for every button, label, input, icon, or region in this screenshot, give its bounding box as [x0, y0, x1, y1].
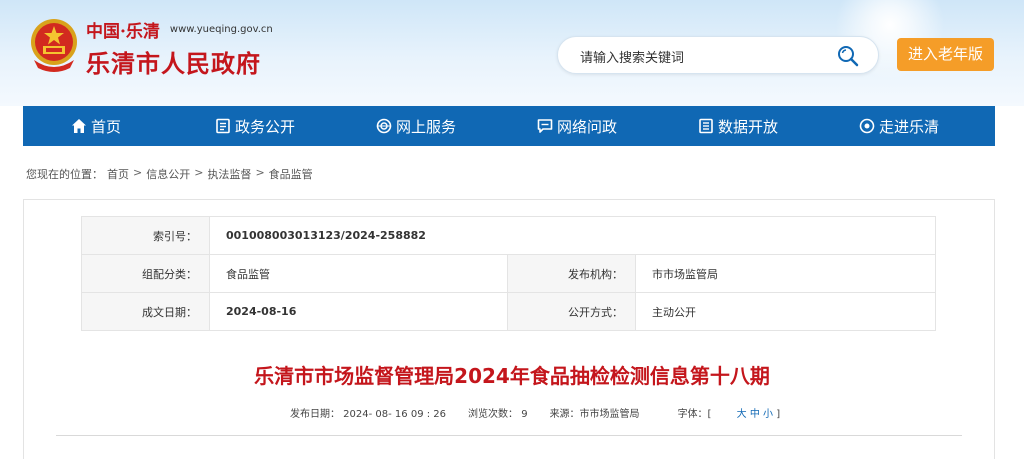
search-input[interactable]: 请输入搜索关键词 — [580, 47, 684, 66]
brand-country: 中国·乐清 — [86, 21, 160, 42]
national-emblem-icon[interactable] — [28, 16, 80, 72]
breadcrumb-link-home[interactable]: 首页 — [107, 166, 129, 182]
main-nav: 首页 政务公开 网上服务 网络问政 数据开放 走进乐清 — [23, 106, 995, 146]
nav-label: 网络问政 — [557, 117, 618, 136]
database-icon — [699, 118, 713, 134]
nav-label: 数据开放 — [718, 117, 779, 136]
nav-item-home[interactable]: 首页 — [71, 106, 121, 146]
method-label: 公开方式： — [507, 292, 636, 331]
date-value: 2024-08-16 — [209, 292, 508, 331]
nav-label: 政务公开 — [235, 117, 296, 136]
site-header: 中国·乐清 www.yueqing.gov.cn 乐清市人民政府 请输入搜索关键… — [0, 0, 1024, 106]
article-source: 来源：市市场监管局 — [549, 409, 640, 420]
brand-url: www.yueqing.gov.cn — [169, 23, 273, 35]
breadcrumb-separator: > — [133, 166, 143, 179]
method-value: 主动公开 — [635, 292, 936, 331]
search-box[interactable]: 请输入搜索关键词 — [557, 36, 879, 74]
breadcrumb-link-food[interactable]: 食品监管 — [269, 166, 313, 182]
font-medium-link[interactable]: 中 — [750, 409, 760, 420]
document-icon — [216, 118, 230, 134]
index-value: 001008003013123/2024-258882 — [209, 216, 936, 255]
org-label: 发布机构： — [507, 254, 636, 293]
home-icon — [72, 119, 86, 133]
breadcrumb: 您现在的位置： 首页 > 信息公开 > 执法监督 > 食品监管 — [26, 166, 313, 182]
breadcrumb-link-info[interactable]: 信息公开 — [146, 166, 190, 182]
table-row: 成文日期： 2024-08-16 公开方式： 主动公开 — [81, 292, 936, 331]
nav-label: 首页 — [91, 117, 122, 136]
table-row: 索引号： 001008003013123/2024-258882 — [81, 216, 936, 255]
index-label: 索引号： — [81, 216, 210, 255]
font-size-close: ] — [776, 409, 781, 420]
eye-icon — [859, 118, 875, 134]
globe-icon — [376, 118, 392, 134]
nav-item-online-service[interactable]: 网上服务 — [376, 106, 456, 146]
breadcrumb-separator: > — [194, 166, 204, 179]
font-size-control: 字体：[ 大 中 小 ] — [678, 405, 803, 420]
nav-item-gov-affairs[interactable]: 政务公开 — [215, 106, 295, 146]
article-meta: 发布日期： 2024- 08- 16 09 : 26 浏览次数： 9 来源：市市… — [290, 405, 824, 420]
brand-line: 中国·乐清 www.yueqing.gov.cn — [86, 18, 273, 42]
nav-item-about-yueqing[interactable]: 走进乐清 — [859, 106, 939, 146]
search-icon[interactable] — [837, 45, 859, 67]
info-table: 索引号： 001008003013123/2024-258882 组配分类： 食… — [81, 216, 936, 331]
category-label: 组配分类： — [81, 254, 210, 293]
font-large-link[interactable]: 大 — [737, 409, 747, 420]
org-value: 市市场监管局 — [635, 254, 936, 293]
category-value: 食品监管 — [209, 254, 508, 293]
site-title[interactable]: 乐清市人民政府 — [86, 44, 261, 79]
nav-label: 网上服务 — [396, 117, 457, 136]
view-count: 浏览次数： 9 — [468, 409, 528, 420]
breadcrumb-link-enforcement[interactable]: 执法监督 — [207, 166, 251, 182]
article-title: 乐清市市场监督管理局2024年食品抽检检测信息第十八期 — [254, 364, 770, 388]
nav-item-online-inquiry[interactable]: 网络问政 — [537, 106, 617, 146]
table-row: 组配分类： 食品监管 发布机构： 市市场监管局 — [81, 254, 936, 293]
breadcrumb-prefix: 您现在的位置： — [26, 168, 103, 181]
font-small-link[interactable]: 小 — [763, 409, 773, 420]
chat-icon — [537, 119, 553, 133]
nav-label: 走进乐清 — [879, 117, 940, 136]
publish-date: 发布日期： 2024- 08- 16 09 : 26 — [290, 409, 447, 420]
font-size-label: 字体：[ — [677, 409, 712, 420]
nav-item-open-data[interactable]: 数据开放 — [698, 106, 778, 146]
date-label: 成文日期： — [81, 292, 210, 331]
breadcrumb-separator: > — [255, 166, 265, 179]
divider — [56, 435, 962, 436]
elder-mode-button[interactable]: 进入老年版 — [897, 38, 994, 71]
